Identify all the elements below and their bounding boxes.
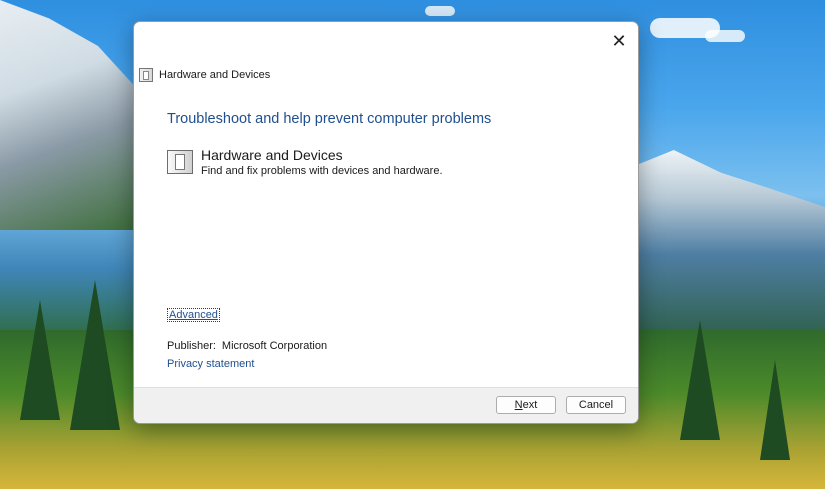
desktop-wallpaper: ✕ Hardware and Devices Troubleshoot and …	[0, 0, 825, 489]
task-description: Find and fix problems with devices and h…	[201, 165, 443, 177]
troubleshooter-dialog: ✕ Hardware and Devices Troubleshoot and …	[133, 21, 639, 424]
device-icon	[167, 150, 193, 174]
task-title: Hardware and Devices	[201, 147, 343, 163]
device-icon	[139, 68, 153, 82]
publisher-label: Publisher:	[167, 340, 216, 352]
publisher-value: Microsoft Corporation	[221, 340, 328, 352]
window-title-bar: Hardware and Devices	[139, 68, 270, 82]
page-heading: Troubleshoot and help prevent computer p…	[167, 111, 492, 127]
mountain-right	[636, 150, 825, 340]
advanced-link[interactable]: Advanced	[167, 308, 220, 322]
cloud	[425, 6, 455, 16]
close-icon: ✕	[611, 30, 627, 51]
next-button[interactable]: Next	[496, 396, 556, 414]
troubleshooter-task: Hardware and Devices Find and fix proble…	[167, 148, 443, 177]
next-mnemonic: N	[514, 399, 523, 411]
close-button[interactable]: ✕	[604, 26, 634, 56]
window-title: Hardware and Devices	[159, 69, 271, 81]
cancel-button[interactable]: Cancel	[566, 396, 626, 414]
dialog-footer: Next Cancel	[134, 387, 638, 423]
cloud	[705, 30, 745, 42]
next-label: ext	[522, 399, 538, 411]
publisher-info: Publisher: Microsoft Corporation	[167, 340, 327, 352]
mountain-left	[0, 0, 140, 230]
privacy-statement-link[interactable]: Privacy statement	[167, 358, 254, 370]
